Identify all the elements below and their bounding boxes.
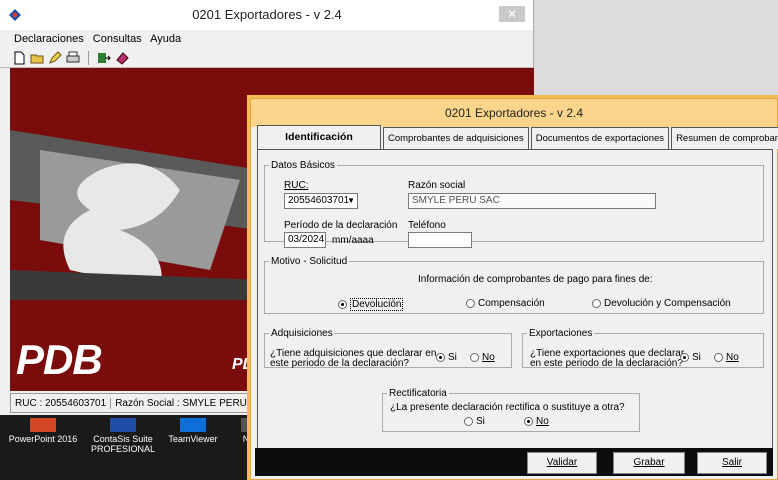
- ruc-label: RUC:: [284, 180, 309, 191]
- radio-label: No: [726, 352, 739, 363]
- radio-label: Devolución: [350, 298, 404, 311]
- eraser-icon[interactable]: [115, 51, 129, 65]
- radio-devolucion-compensacion[interactable]: Devolución y Compensación: [592, 298, 731, 309]
- front-window: 0201 Exportadores - v 2.4 Identificación…: [250, 98, 778, 480]
- close-button[interactable]: ✕: [499, 6, 525, 22]
- radio-rectificatoria-no[interactable]: No: [524, 416, 549, 427]
- radio-label: Devolución y Compensación: [604, 298, 731, 309]
- teamviewer-icon: [180, 418, 206, 432]
- radio-dot: [436, 353, 445, 362]
- export-icon[interactable]: [97, 51, 111, 65]
- menu-declaraciones[interactable]: Declaraciones: [14, 33, 84, 45]
- chevron-down-icon: ▼: [347, 196, 355, 205]
- radio-adquisiciones-no[interactable]: No: [470, 352, 495, 363]
- taskbar-label: PowerPoint 2016: [8, 434, 78, 444]
- status-bar: RUC : 20554603701 Razón Social : SMYLE P…: [10, 393, 276, 413]
- radio-adquisiciones-si[interactable]: Si: [436, 352, 457, 363]
- radio-dot: [524, 417, 533, 426]
- radio-exportaciones-no[interactable]: No: [714, 352, 739, 363]
- menu-consultas[interactable]: Consultas: [93, 33, 142, 45]
- radio-label: Si: [692, 352, 701, 363]
- periodo-field[interactable]: 03/2024: [284, 232, 326, 248]
- radio-rectificatoria-si[interactable]: Si: [464, 416, 485, 427]
- taskbar-label: ContaSis Suite: [93, 434, 153, 444]
- telefono-label: Teléfono: [408, 220, 446, 231]
- radio-dot: [714, 353, 723, 362]
- razon-social-label: Razón social: [408, 180, 466, 191]
- radio-label: No: [482, 352, 495, 363]
- telefono-field[interactable]: [408, 232, 472, 248]
- exportaciones-question-2: en este periodo de la declaración?: [530, 358, 683, 369]
- new-file-icon[interactable]: [12, 51, 26, 65]
- adquisiciones-legend: Adquisiciones: [271, 328, 333, 339]
- tab-comprobantes-adquisiciones[interactable]: Comprobantes de adquisiciones: [383, 127, 529, 149]
- radio-dot: [470, 353, 479, 362]
- taskbar-item-teamviewer[interactable]: TeamViewer: [160, 418, 226, 444]
- exportaciones-legend: Exportaciones: [529, 328, 593, 339]
- logo-graphic: [10, 130, 260, 300]
- rectificatoria-question: ¿La presente declaración rectifica o sus…: [390, 402, 625, 413]
- salir-button[interactable]: Salir: [697, 452, 767, 474]
- periodo-label: Período de la declaración: [284, 220, 398, 231]
- powerpoint-icon: [30, 418, 56, 432]
- edit-icon[interactable]: [48, 50, 62, 65]
- bottom-bar: [255, 448, 773, 476]
- periodo-format: mm/aaaa: [332, 235, 374, 246]
- datos-basicos-legend: Datos Básicos: [271, 160, 335, 171]
- taskbar-label: PROFESIONAL: [90, 444, 155, 454]
- radio-exportaciones-si[interactable]: Si: [680, 352, 701, 363]
- radio-dot: [592, 299, 601, 308]
- radio-compensacion[interactable]: Compensación: [466, 298, 545, 309]
- menubar: Declaraciones Consultas Ayuda: [0, 30, 533, 48]
- radio-label: Si: [448, 352, 457, 363]
- radio-devolucion[interactable]: Devolución: [338, 298, 404, 311]
- toolbar: [0, 48, 533, 68]
- taskbar-item-contasis[interactable]: ContaSis Suite PROFESIONAL: [88, 418, 158, 454]
- front-window-title: 0201 Exportadores - v 2.4: [251, 99, 777, 127]
- toolbar-separator: [88, 50, 89, 65]
- contasis-icon: [110, 418, 136, 432]
- radio-dot: [338, 300, 347, 309]
- pdb-logo-text: PDB: [16, 336, 103, 383]
- open-folder-icon[interactable]: [30, 51, 44, 65]
- tab-identificacion[interactable]: Identificación: [257, 125, 381, 149]
- radio-label: Compensación: [478, 298, 545, 309]
- tab-documentos-exportaciones[interactable]: Documentos de exportaciones: [530, 127, 670, 149]
- radio-dot: [466, 299, 475, 308]
- taskbar-item-powerpoint[interactable]: PowerPoint 2016: [2, 418, 84, 444]
- ruc-select[interactable]: 20554603701 ▼: [284, 193, 358, 209]
- motivo-legend: Motivo - Solicitud: [271, 256, 348, 267]
- adquisiciones-question-2: este periodo de la declaración?: [270, 358, 409, 369]
- tab-strip: Identificación Comprobantes de adquisici…: [257, 125, 778, 149]
- taskbar-label: TeamViewer: [168, 434, 218, 444]
- tab-resumen-comprobantes[interactable]: Resumen de comprobantes: [671, 127, 778, 149]
- menu-ayuda[interactable]: Ayuda: [150, 33, 181, 45]
- back-window-titlebar: 0201 Exportadores - v 2.4 ✕: [0, 0, 533, 30]
- back-window-title: 0201 Exportadores - v 2.4: [192, 7, 342, 22]
- print-icon[interactable]: [66, 51, 80, 65]
- grabar-button[interactable]: Grabar: [613, 452, 685, 474]
- status-ruc: RUC : 20554603701: [11, 397, 112, 409]
- razon-social-field[interactable]: SMYLE PERU SAC: [408, 193, 656, 209]
- radio-label: Si: [476, 416, 485, 427]
- tab-panel-identificacion: Datos Básicos RUC: 20554603701 ▼ Razón s…: [257, 149, 773, 449]
- radio-label: No: [536, 416, 549, 427]
- radio-dot: [464, 417, 473, 426]
- validar-button[interactable]: Validar: [527, 452, 597, 474]
- motivo-info: Información de comprobantes de pago para…: [418, 274, 653, 285]
- ruc-value: 20554603701: [288, 195, 350, 206]
- radio-dot: [680, 353, 689, 362]
- rectificatoria-legend: Rectificatoria: [389, 388, 447, 399]
